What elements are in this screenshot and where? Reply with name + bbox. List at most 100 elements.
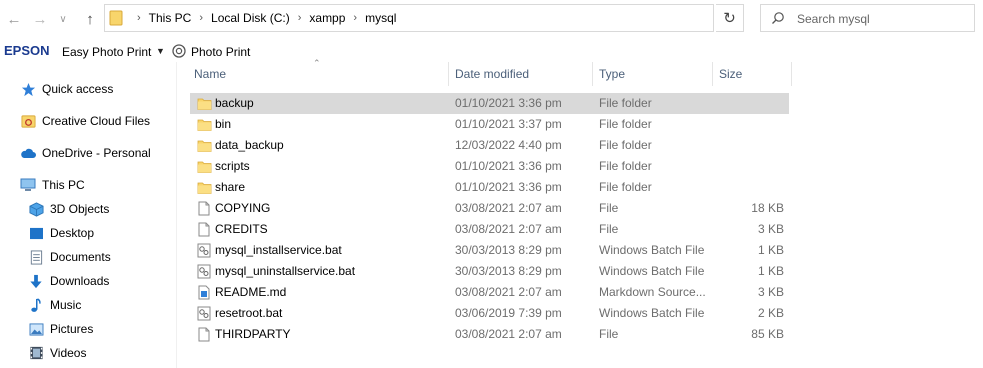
file-type: File folder xyxy=(599,96,652,110)
breadcrumb-item[interactable]: mysql xyxy=(365,11,396,25)
breadcrumb-item[interactable]: This PC xyxy=(149,11,192,25)
sidebar-item-3d-objects[interactable]: 3D Objects xyxy=(28,198,109,220)
sidebar-item-label: Documents xyxy=(50,250,111,264)
folder-icon xyxy=(197,180,212,195)
sidebar-item-label: Creative Cloud Files xyxy=(42,114,151,128)
batch-file-icon xyxy=(197,264,211,279)
refresh-icon[interactable]: ↻ xyxy=(716,4,744,32)
file-name: data_backup xyxy=(215,138,284,152)
column-divider[interactable] xyxy=(592,62,593,86)
file-row[interactable]: scripts 01/10/2021 3:36 pm File folder xyxy=(190,156,789,177)
search-icon xyxy=(771,11,785,28)
cloud-icon xyxy=(20,145,36,161)
sidebar-item-creative-cloud-files[interactable]: Creative Cloud Files xyxy=(20,110,150,132)
breadcrumb-item[interactable]: xampp xyxy=(309,11,345,25)
file-name: CREDITS xyxy=(215,222,268,236)
file-row[interactable]: backup 01/10/2021 3:36 pm File folder xyxy=(190,93,789,114)
file-row[interactable]: bin 01/10/2021 3:37 pm File folder xyxy=(190,114,789,135)
file-row[interactable]: README.md 03/08/2021 2:07 am Markdown Sour… xyxy=(190,282,789,303)
forward-arrow-icon[interactable]: → xyxy=(30,8,50,30)
column-divider[interactable] xyxy=(712,62,713,86)
back-arrow-icon[interactable]: ← xyxy=(4,8,24,30)
file-name: bin xyxy=(215,117,232,131)
file-date-modified: 01/10/2021 3:37 pm xyxy=(455,117,562,131)
sidebar-item-label: Quick access xyxy=(42,82,114,96)
file-name: THIRDPARTY xyxy=(215,327,291,341)
file-type: File xyxy=(599,222,619,236)
sidebar-item-videos[interactable]: Videos xyxy=(28,342,86,364)
sidebar-item-this-pc[interactable]: This PC xyxy=(20,174,85,196)
file-row[interactable]: mysql_installservice.bat 30/03/2013 8:29 … xyxy=(190,240,789,261)
file-row[interactable]: COPYING 03/08/2021 2:07 am File 18 KB xyxy=(190,198,789,219)
column-header-type[interactable]: Type xyxy=(599,62,625,86)
folder-icon xyxy=(197,138,212,153)
search-box[interactable]: Search mysql xyxy=(760,4,975,32)
file-name: COPYING xyxy=(215,201,271,215)
sidebar-item-documents[interactable]: Documents xyxy=(28,246,111,268)
easy-photo-print-button[interactable]: Easy Photo Print xyxy=(62,45,151,59)
breadcrumb-item[interactable]: Local Disk (C:) xyxy=(211,11,290,25)
file-type: File xyxy=(599,201,619,215)
folder-icon xyxy=(197,159,212,174)
videos-icon xyxy=(28,345,44,361)
file-name: resetroot.bat xyxy=(215,306,283,320)
column-header-name[interactable]: Name xyxy=(194,62,226,86)
file-row[interactable]: data_backup 12/03/2022 4:40 pm File folder xyxy=(190,135,789,156)
column-header-date-modified[interactable]: Date modified xyxy=(455,62,529,86)
file-type: File folder xyxy=(599,117,652,131)
file-type: Windows Batch File xyxy=(599,306,705,320)
documents-icon xyxy=(28,249,44,265)
file-date-modified: 03/08/2021 2:07 am xyxy=(455,222,562,236)
file-type: File folder xyxy=(599,159,652,173)
sidebar-item-label: Pictures xyxy=(50,322,94,336)
sidebar-item-onedrive[interactable]: OneDrive - Personal xyxy=(20,142,151,164)
column-divider[interactable] xyxy=(791,62,792,86)
caret-down-icon[interactable]: ▼ xyxy=(156,46,165,56)
file-size: 3 KB xyxy=(757,222,784,236)
file-row[interactable]: THIRDPARTY 03/08/2021 2:07 am File 85 KB xyxy=(190,324,789,345)
navigation-pane: Quick access Creative Cloud Files OneDri… xyxy=(0,68,175,368)
address-row: ← → ∨ ↑ › This PC › Local Disk (C:) › xa… xyxy=(0,0,983,38)
batch-file-icon xyxy=(197,243,211,258)
file-row[interactable]: share 01/10/2021 3:36 pm File folder xyxy=(190,177,789,198)
sidebar-item-music[interactable]: Music xyxy=(28,294,81,316)
up-arrow-icon[interactable]: ↑ xyxy=(80,8,100,30)
file-size: 1 KB xyxy=(757,243,784,257)
creative-cloud-icon xyxy=(20,113,36,129)
breadcrumb: › This PC › Local Disk (C:) › xampp › my… xyxy=(129,5,396,31)
file-date-modified: 03/08/2021 2:07 am xyxy=(455,327,562,341)
sidebar-item-downloads[interactable]: Downloads xyxy=(28,270,109,292)
sidebar-item-pictures[interactable]: Pictures xyxy=(28,318,93,340)
star-icon xyxy=(20,81,36,97)
sidebar-item-label: Videos xyxy=(50,346,87,360)
recent-locations-chevron-icon[interactable]: ∨ xyxy=(56,8,70,30)
file-type: File folder xyxy=(599,138,652,152)
file-size: 1 KB xyxy=(757,264,784,278)
cube-icon xyxy=(28,201,44,217)
file-name: mysql_uninstallservice.bat xyxy=(215,264,356,278)
file-type: Windows Batch File xyxy=(599,243,705,257)
sort-ascending-icon: ⌃ xyxy=(313,58,321,68)
photo-print-button[interactable]: Photo Print xyxy=(191,45,250,59)
column-divider[interactable] xyxy=(448,62,449,86)
download-icon xyxy=(28,273,44,289)
computer-icon xyxy=(20,177,36,193)
sidebar-item-desktop[interactable]: Desktop xyxy=(28,222,94,244)
file-name: README.md xyxy=(215,285,287,299)
file-date-modified: 12/03/2022 4:40 pm xyxy=(455,138,562,152)
file-type: File xyxy=(599,327,619,341)
column-header-size[interactable]: Size xyxy=(719,62,742,86)
batch-file-icon xyxy=(197,306,211,321)
file-icon xyxy=(197,201,211,216)
file-size: 2 KB xyxy=(757,306,784,320)
search-input[interactable]: Search mysql xyxy=(797,12,870,26)
file-row[interactable]: CREDITS 03/08/2021 2:07 am File 3 KB xyxy=(190,219,789,240)
file-row[interactable]: mysql_uninstallservice.bat 30/03/2013 8:2… xyxy=(190,261,789,282)
pane-divider[interactable] xyxy=(176,62,177,368)
address-bar[interactable]: › This PC › Local Disk (C:) › xampp › my… xyxy=(104,4,809,32)
folder-icon xyxy=(197,117,212,132)
file-name: mysql_installservice.bat xyxy=(215,243,342,257)
sidebar-item-quick-access[interactable]: Quick access xyxy=(20,78,113,100)
epson-logo: EPSON xyxy=(4,43,50,58)
file-row[interactable]: resetroot.bat 03/06/2019 7:39 pm Windows B… xyxy=(190,303,789,324)
